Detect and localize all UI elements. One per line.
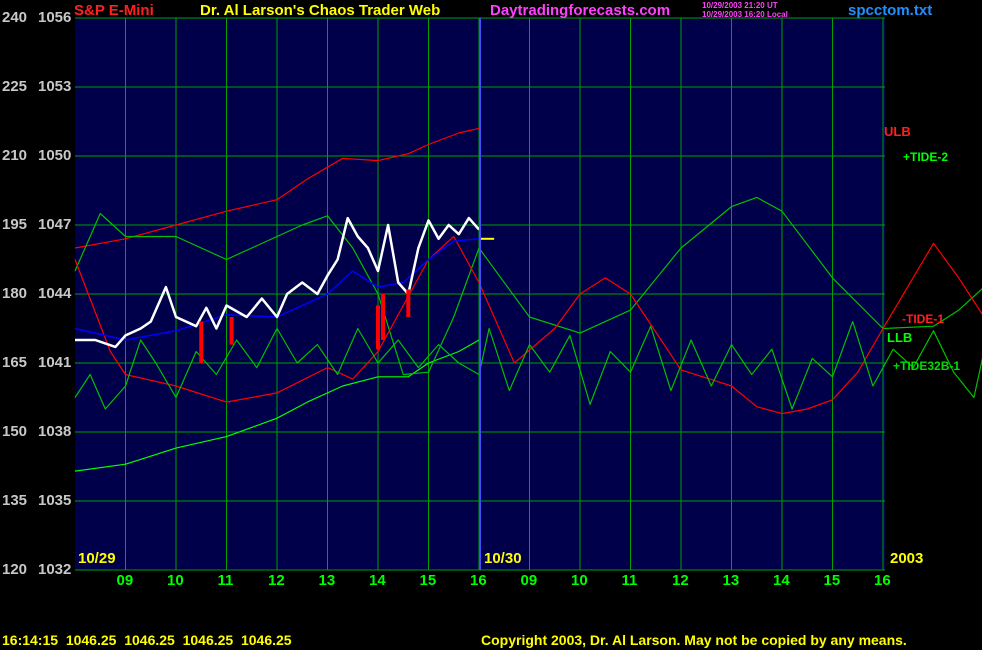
y-price-label: 1047: [38, 216, 72, 233]
x-tick-label: 11: [217, 572, 234, 589]
date-label-first: 10/29: [78, 550, 116, 567]
x-tick-label: 15: [419, 572, 437, 589]
y-index-label: 120: [2, 561, 28, 578]
legend-tide32b-1: +TIDE32B-1: [893, 359, 961, 373]
x-tick-label: 16: [874, 572, 891, 589]
header-symbol: S&P E-Mini: [74, 2, 154, 19]
chart-window: { "header": { "symbol": "S&P E-Mini", "t…: [0, 0, 982, 650]
y-index-label: 210: [2, 147, 28, 164]
x-tick-label: 10: [167, 572, 184, 589]
y-index-label: 195: [2, 216, 28, 233]
y-index-label: 180: [2, 285, 28, 302]
header-timestamp-ut: 10/29/2003 21:20 UT: [702, 1, 778, 10]
x-tick-label: 12: [268, 572, 285, 589]
legend-tide-1: -TIDE-1: [902, 312, 944, 326]
y-price-label: 1056: [38, 9, 72, 26]
y-price-label: 1041: [38, 354, 72, 371]
x-tick-label: 14: [773, 572, 790, 589]
header-title: Dr. Al Larson's Chaos Trader Web: [200, 2, 441, 19]
x-tick-label: 09: [520, 572, 538, 589]
legend-ulb: ULB: [884, 124, 911, 139]
y-index-label: 165: [2, 354, 28, 371]
y-index-label: 135: [2, 492, 28, 509]
year-label: 2003: [890, 550, 924, 567]
header-timestamp-local: 10/29/2003 16:20 Local: [702, 10, 788, 19]
footer-quote: 16:14:15 1046.25 1046.25 1046.25 1046.25: [2, 632, 292, 648]
date-label-second: 10/30: [484, 550, 522, 567]
x-tick-label: 12: [672, 572, 689, 589]
header-file: spcctom.txt: [848, 2, 933, 19]
x-tick-label: 11: [621, 572, 638, 589]
footer-copyright: Copyright 2003, Dr. Al Larson. May not b…: [481, 632, 907, 648]
y-index-label: 225: [2, 78, 28, 95]
x-tick-label: 13: [318, 572, 336, 589]
header-site[interactable]: Daytradingforecasts.com: [490, 3, 670, 19]
x-tick-label: 10: [571, 572, 588, 589]
y-price-label: 1053: [38, 78, 72, 95]
x-tick-label: 16: [470, 572, 487, 589]
x-tick-label: 14: [369, 572, 386, 589]
y-price-label: 1044: [38, 285, 72, 302]
y-price-label: 1032: [38, 561, 72, 578]
y-index-label: 150: [2, 423, 28, 440]
y-price-label: 1050: [38, 147, 72, 164]
x-tick-label: 13: [722, 572, 740, 589]
legend-tide-2: +TIDE-2: [903, 150, 949, 164]
y-index-label: 240: [2, 9, 28, 26]
x-tick-label: 15: [823, 572, 841, 589]
x-tick-label: 09: [116, 572, 134, 589]
legend-llb: LLB: [887, 330, 913, 345]
y-price-label: 1038: [38, 423, 72, 440]
y-price-label: 1035: [38, 492, 72, 509]
